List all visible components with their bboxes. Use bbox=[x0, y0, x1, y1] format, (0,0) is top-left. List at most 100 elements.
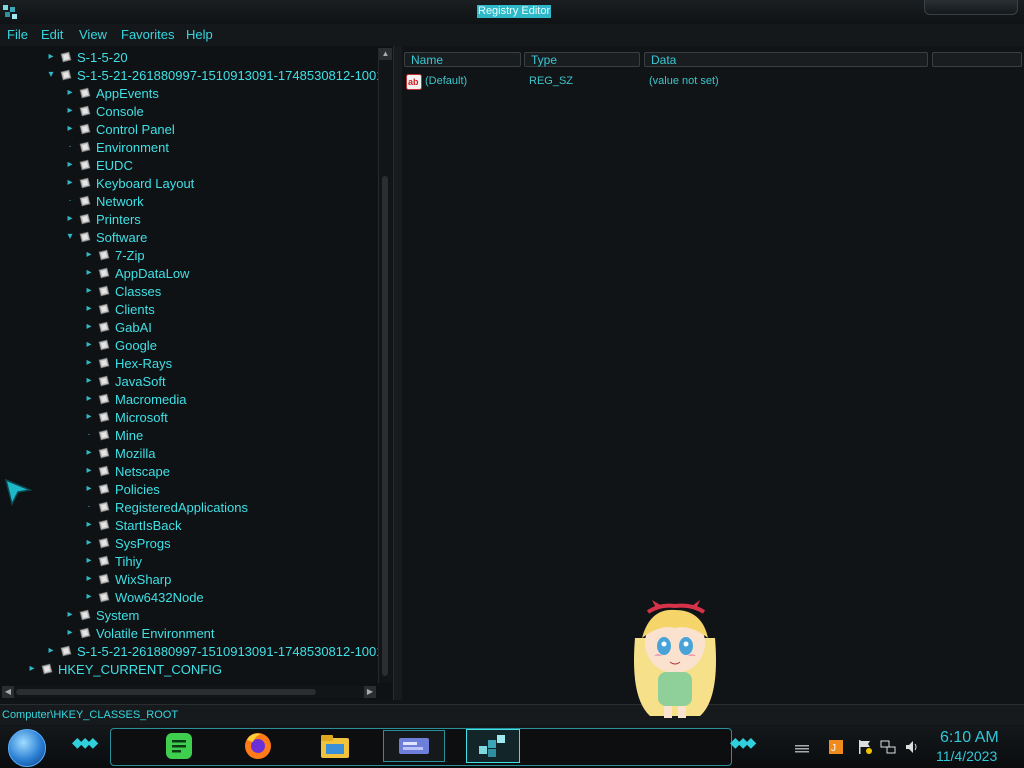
taskbar-window-button[interactable] bbox=[383, 730, 445, 762]
tree-node[interactable]: ▸ AppEvents bbox=[64, 85, 393, 103]
tree-node[interactable]: · Mine bbox=[83, 427, 393, 445]
tree-node[interactable]: ▸ JavaSoft bbox=[83, 373, 393, 391]
expand-arrow-icon[interactable]: ▸ bbox=[64, 122, 76, 136]
tree-node[interactable]: ▸ HKEY_CURRENT_CONFIG bbox=[26, 661, 366, 679]
expand-arrow-icon[interactable]: ▸ bbox=[83, 320, 95, 334]
expand-arrow-icon[interactable]: ▸ bbox=[64, 626, 76, 640]
tree-node[interactable]: ▸ EUDC bbox=[64, 157, 393, 175]
expand-arrow-icon[interactable]: ▸ bbox=[83, 302, 95, 316]
tree-node[interactable]: ▸ GabAI bbox=[83, 319, 393, 337]
tree-node[interactable]: ▸ Google bbox=[83, 337, 393, 355]
expand-arrow-icon[interactable]: ▸ bbox=[83, 464, 95, 478]
tree-node[interactable]: ▸ System bbox=[64, 607, 393, 625]
column-header-name[interactable]: Name bbox=[404, 52, 521, 67]
java-tray-icon[interactable]: J bbox=[828, 739, 844, 755]
tree-node[interactable]: · Network bbox=[64, 193, 393, 211]
volume-icon[interactable] bbox=[904, 739, 920, 755]
expand-arrow-icon[interactable]: ▸ bbox=[83, 248, 95, 262]
tree-node[interactable]: ▸ S-1-5-20 bbox=[45, 49, 385, 67]
action-center-flag-icon[interactable] bbox=[857, 739, 873, 755]
start-button[interactable] bbox=[8, 729, 46, 767]
expand-arrow-icon[interactable]: ▸ bbox=[64, 608, 76, 622]
tree-node[interactable]: ▾ Software bbox=[64, 229, 393, 247]
tree-horizontal-scrollbar[interactable]: ◀ ▶ bbox=[2, 686, 376, 698]
expand-arrow-icon[interactable]: ▸ bbox=[64, 104, 76, 118]
expand-arrow-icon[interactable]: ▸ bbox=[83, 482, 95, 496]
scrollbar-thumb[interactable] bbox=[382, 176, 388, 676]
registry-tree[interactable]: ▸ S-1-5-20 ▾ S-1-5-21-261880997-1510913091-… bbox=[0, 46, 393, 700]
tree-vertical-scrollbar[interactable]: ▲ bbox=[378, 48, 392, 683]
tree-node[interactable]: · RegisteredApplications bbox=[83, 499, 393, 517]
window-controls[interactable] bbox=[924, 0, 1018, 15]
notes-app-icon[interactable] bbox=[162, 730, 196, 762]
expand-arrow-icon[interactable]: ▸ bbox=[26, 662, 38, 676]
tree-node[interactable]: ▸ Macromedia bbox=[83, 391, 393, 409]
taskbar-registry-button[interactable] bbox=[466, 729, 520, 763]
expand-arrow-icon[interactable]: ▸ bbox=[83, 590, 95, 604]
expand-arrow-icon[interactable]: ▸ bbox=[45, 644, 57, 658]
collapse-arrow-icon[interactable]: ▾ bbox=[45, 68, 57, 82]
firefox-icon[interactable] bbox=[241, 730, 275, 762]
expand-arrow-icon[interactable]: ▸ bbox=[64, 176, 76, 190]
tree-node[interactable]: ▸ AppDataLow bbox=[83, 265, 393, 283]
tree-node[interactable]: ▸ S-1-5-21-261880997-1510913091-174853081… bbox=[45, 643, 385, 661]
tree-node[interactable]: ▸ Classes bbox=[83, 283, 393, 301]
tree-node[interactable]: ▸ Control Panel bbox=[64, 121, 393, 139]
expand-arrow-icon[interactable]: ▸ bbox=[45, 50, 57, 64]
menu-view[interactable]: View bbox=[79, 27, 107, 42]
show-desktop-icon[interactable] bbox=[794, 739, 810, 755]
tree-node[interactable]: ▸ Printers bbox=[64, 211, 393, 229]
menu-help[interactable]: Help bbox=[186, 27, 213, 42]
tree-node[interactable]: ▸ Keyboard Layout bbox=[64, 175, 393, 193]
tree-node[interactable]: ▸ Tihiy bbox=[83, 553, 393, 571]
expand-arrow-icon[interactable]: ▸ bbox=[83, 338, 95, 352]
tree-node[interactable]: ▸ WixSharp bbox=[83, 571, 393, 589]
tree-node[interactable]: ▸ Mozilla bbox=[83, 445, 393, 463]
expand-arrow-icon[interactable]: ▸ bbox=[83, 410, 95, 424]
file-explorer-icon[interactable] bbox=[318, 730, 352, 762]
expand-arrow-icon[interactable]: ▸ bbox=[83, 356, 95, 370]
value-row[interactable]: ab (Default) REG_SZ (value not set) bbox=[406, 74, 1006, 90]
network-icon[interactable] bbox=[880, 739, 896, 755]
menu-edit[interactable]: Edit bbox=[41, 27, 63, 42]
tree-node[interactable]: ▸ Microsoft bbox=[83, 409, 393, 427]
menu-favorites[interactable]: Favorites bbox=[121, 27, 174, 42]
expand-arrow-icon[interactable]: ▸ bbox=[83, 392, 95, 406]
tree-node[interactable]: ▸ Clients bbox=[83, 301, 393, 319]
expand-arrow-icon[interactable]: ▸ bbox=[64, 86, 76, 100]
clock-date[interactable]: 11/4/2023 bbox=[936, 748, 997, 764]
title-bar[interactable]: Registry Editor bbox=[0, 0, 1024, 25]
tree-node[interactable]: ▾ S-1-5-21-261880997-1510913091-174853081… bbox=[45, 67, 385, 85]
column-header-data[interactable]: Data bbox=[644, 52, 928, 67]
column-header-type[interactable]: Type bbox=[524, 52, 640, 67]
tree-node[interactable]: ▸ Policies bbox=[83, 481, 393, 499]
registry-key-folder-icon bbox=[79, 609, 91, 621]
tree-node[interactable]: ▸ StartIsBack bbox=[83, 517, 393, 535]
expand-arrow-icon[interactable]: ▸ bbox=[83, 446, 95, 460]
tree-node[interactable]: · Environment bbox=[64, 139, 393, 157]
expand-arrow-icon[interactable]: ▸ bbox=[83, 554, 95, 568]
tree-node[interactable]: ▸ Netscape bbox=[83, 463, 393, 481]
registry-key-folder-icon bbox=[98, 375, 110, 387]
tree-node[interactable]: ▸ 7-Zip bbox=[83, 247, 393, 265]
expand-arrow-icon[interactable]: ▸ bbox=[83, 266, 95, 280]
tree-node[interactable]: ▸ SysProgs bbox=[83, 535, 393, 553]
expand-arrow-icon[interactable]: ▸ bbox=[83, 572, 95, 586]
expand-arrow-icon[interactable]: ▸ bbox=[64, 158, 76, 172]
expand-arrow-icon[interactable]: ▸ bbox=[83, 284, 95, 298]
scroll-left-icon[interactable]: ◀ bbox=[2, 686, 14, 698]
tree-node[interactable]: ▸ Hex-Rays bbox=[83, 355, 393, 373]
clock-time[interactable]: 6:10 AM bbox=[940, 729, 999, 747]
hscrollbar-thumb[interactable] bbox=[16, 689, 316, 695]
scroll-up-icon[interactable]: ▲ bbox=[379, 48, 392, 60]
scroll-right-icon[interactable]: ▶ bbox=[364, 686, 376, 698]
expand-arrow-icon[interactable]: ▸ bbox=[64, 212, 76, 226]
tree-node[interactable]: ▸ Wow6432Node bbox=[83, 589, 393, 607]
menu-file[interactable]: File bbox=[7, 27, 28, 42]
collapse-arrow-icon[interactable]: ▾ bbox=[64, 230, 76, 244]
expand-arrow-icon[interactable]: ▸ bbox=[83, 518, 95, 532]
tree-node[interactable]: ▸ Console bbox=[64, 103, 393, 121]
expand-arrow-icon[interactable]: ▸ bbox=[83, 374, 95, 388]
tree-node[interactable]: ▸ Volatile Environment bbox=[64, 625, 393, 643]
expand-arrow-icon[interactable]: ▸ bbox=[83, 536, 95, 550]
